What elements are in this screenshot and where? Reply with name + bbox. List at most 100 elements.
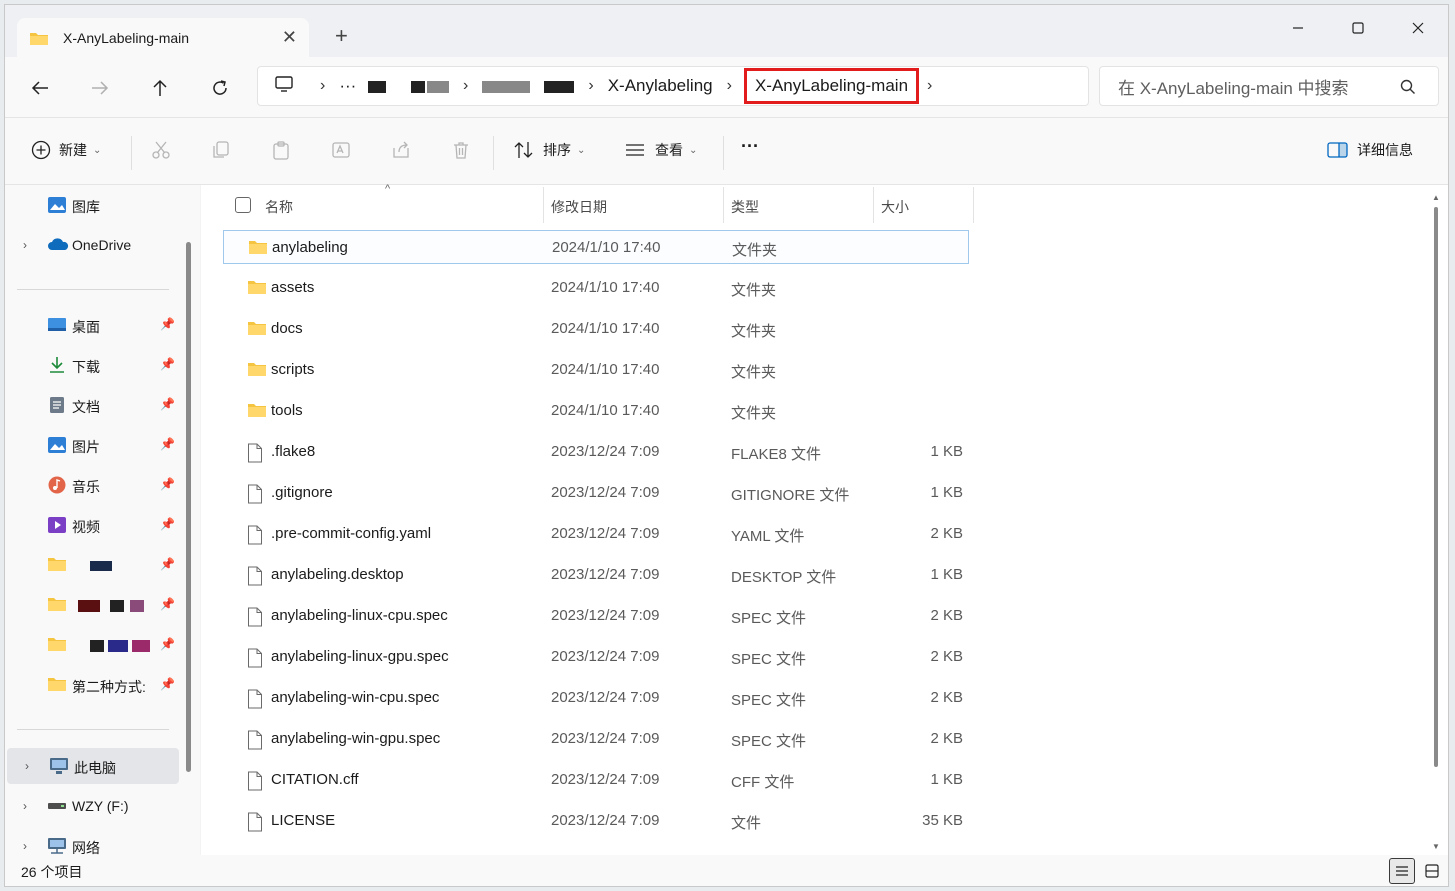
chevron-right-icon[interactable]: › xyxy=(580,77,601,95)
sidebar-item-redacted-1[interactable]: 📌 xyxy=(5,547,180,583)
details-view-icon[interactable] xyxy=(1389,858,1415,884)
sidebar-item-this-pc[interactable]: › 此电脑 xyxy=(7,748,179,784)
chevron-right-icon[interactable]: › xyxy=(25,759,29,773)
table-row[interactable]: .pre-commit-config.yaml 2023/12/24 7:09 YA… xyxy=(223,517,969,551)
new-tab-icon[interactable]: + xyxy=(335,25,348,47)
breadcrumb-x-anylabeling[interactable]: X-Anylabeling xyxy=(602,76,719,96)
select-all-checkbox[interactable] xyxy=(235,197,251,213)
chevron-right-icon[interactable]: › xyxy=(312,77,333,95)
sidebar-item-onedrive[interactable]: › OneDrive xyxy=(5,227,180,263)
file-type: SPEC 文件 xyxy=(731,610,807,627)
tiles-view-icon[interactable] xyxy=(1419,858,1445,884)
close-window-icon[interactable] xyxy=(1388,13,1448,43)
chevron-right-icon[interactable]: › xyxy=(919,77,940,95)
new-button[interactable]: 新建 ⌄ xyxy=(31,140,101,160)
delete-icon[interactable] xyxy=(451,140,471,160)
column-type[interactable]: 类型 xyxy=(731,197,759,217)
column-name[interactable]: 名称 xyxy=(265,197,293,217)
file-name: .pre-commit-config.yaml xyxy=(271,525,432,542)
sidebar-item-redacted-3[interactable]: 📌 xyxy=(5,627,180,663)
table-row[interactable]: tools 2024/1/10 17:40 文件夹 xyxy=(223,394,969,428)
sidebar-item-downloads[interactable]: 下载 📌 xyxy=(5,347,180,383)
column-size[interactable]: 大小 xyxy=(881,197,909,217)
cut-icon[interactable] xyxy=(151,140,171,160)
vertical-scrollbar[interactable]: ▲ ▼ xyxy=(1429,185,1445,855)
scroll-down-icon[interactable]: ▼ xyxy=(1432,842,1440,851)
pin-icon[interactable]: 📌 xyxy=(160,437,175,451)
sidebar-item-pictures[interactable]: 图片 📌 xyxy=(5,427,180,463)
desktop-icon xyxy=(47,316,67,334)
sidebar-item-drive-f[interactable]: › WZY (F:) xyxy=(5,788,180,824)
breadcrumb-ellipsis[interactable]: ··· xyxy=(333,76,362,96)
search-icon[interactable] xyxy=(1400,79,1416,100)
breadcrumb-current[interactable]: X-AnyLabeling-main xyxy=(743,68,920,104)
file-size: 1 KB xyxy=(930,484,963,501)
maximize-icon[interactable] xyxy=(1328,13,1388,43)
search-box[interactable]: 在 X-AnyLabeling-main 中搜索 xyxy=(1099,66,1439,106)
file-type: 文件夹 xyxy=(731,282,777,299)
table-row[interactable]: anylabeling 2024/1/10 17:40 文件夹 xyxy=(223,230,969,264)
pin-icon[interactable]: 📌 xyxy=(160,317,175,331)
table-row[interactable]: CITATION.cff 2023/12/24 7:09 CFF 文件 1 KB xyxy=(223,763,969,797)
breadcrumb-redacted-2[interactable] xyxy=(476,76,580,96)
pin-icon[interactable]: 📌 xyxy=(160,357,175,371)
table-row[interactable]: anylabeling-win-cpu.spec 2023/12/24 7:09 S… xyxy=(223,681,969,715)
pin-icon[interactable]: 📌 xyxy=(160,397,175,411)
table-row[interactable]: anylabeling-win-gpu.spec 2023/12/24 7:09 S… xyxy=(223,722,969,756)
forward-arrow-icon[interactable] xyxy=(85,73,115,103)
column-date[interactable]: 修改日期 xyxy=(551,197,607,217)
sidebar-item-videos[interactable]: 视频 📌 xyxy=(5,507,180,543)
table-row[interactable]: .flake8 2023/12/24 7:09 FLAKE8 文件 1 KB xyxy=(223,435,969,469)
sidebar-item-music[interactable]: 音乐 📌 xyxy=(5,467,180,503)
table-row[interactable]: .gitignore 2023/12/24 7:09 GITIGNORE 文件 1 K… xyxy=(223,476,969,510)
file-type: 文件夹 xyxy=(731,364,777,381)
pin-icon[interactable]: 📌 xyxy=(160,557,175,571)
pin-icon[interactable]: 📌 xyxy=(160,477,175,491)
sidebar-item-gallery[interactable]: 图库 xyxy=(5,187,180,223)
more-options-button[interactable]: ··· xyxy=(741,136,759,157)
minimize-icon[interactable] xyxy=(1268,13,1328,43)
table-row[interactable]: docs 2024/1/10 17:40 文件夹 xyxy=(223,312,969,346)
table-row[interactable]: LICENSE 2023/12/24 7:09 文件 35 KB xyxy=(223,804,969,838)
copy-icon[interactable] xyxy=(211,140,231,160)
table-row[interactable]: scripts 2024/1/10 17:40 文件夹 xyxy=(223,353,969,387)
scrollbar-thumb[interactable] xyxy=(1434,207,1438,767)
paste-icon[interactable] xyxy=(271,140,291,160)
pin-icon[interactable]: 📌 xyxy=(160,597,175,611)
chevron-right-icon[interactable]: › xyxy=(455,77,476,95)
sidebar-item-documents[interactable]: 文档 📌 xyxy=(5,387,180,423)
table-row[interactable]: assets 2024/1/10 17:40 文件夹 xyxy=(223,271,969,305)
rename-icon[interactable] xyxy=(331,140,351,160)
up-arrow-icon[interactable] xyxy=(145,73,175,103)
sidebar-scrollbar[interactable] xyxy=(186,242,191,772)
chevron-right-icon[interactable]: › xyxy=(23,839,27,853)
address-bar[interactable]: › ··· › › X-Anylabeling › X-AnyLabeling-… xyxy=(257,66,1089,106)
breadcrumb-redacted-1[interactable] xyxy=(362,76,455,96)
table-row[interactable]: anylabeling-linux-gpu.spec 2023/12/24 7:0… xyxy=(223,640,969,674)
close-tab-icon[interactable]: ✕ xyxy=(282,28,297,46)
pin-icon[interactable]: 📌 xyxy=(160,637,175,651)
sidebar-item-second-method[interactable]: 第二种方式: 📌 xyxy=(5,667,180,703)
file-name: scripts xyxy=(271,361,315,378)
details-button[interactable]: 详细信息 xyxy=(1327,140,1413,160)
modified-date: 2023/12/24 7:09 xyxy=(551,443,660,460)
chevron-down-icon: ⌄ xyxy=(93,144,102,156)
chevron-right-icon[interactable]: › xyxy=(23,799,27,813)
view-button[interactable]: 查看 ⌄ xyxy=(625,140,697,160)
sidebar-item-redacted-2[interactable]: 📌 xyxy=(5,587,180,623)
table-row[interactable]: anylabeling-linux-cpu.spec 2023/12/24 7:0… xyxy=(223,599,969,633)
table-row[interactable]: anylabeling.desktop 2023/12/24 7:09 DESKTO… xyxy=(223,558,969,592)
pin-icon[interactable]: 📌 xyxy=(160,517,175,531)
tab-x-anylabeling-main[interactable]: X-AnyLabeling-main ✕ xyxy=(17,18,309,58)
sidebar-item-desktop[interactable]: 桌面 📌 xyxy=(5,307,180,343)
sort-button[interactable]: 排序 ⌄ xyxy=(513,140,585,160)
share-icon[interactable] xyxy=(391,140,411,160)
modified-date: 2023/12/24 7:09 xyxy=(551,689,660,706)
pin-icon[interactable]: 📌 xyxy=(160,677,175,691)
refresh-icon[interactable] xyxy=(205,73,235,103)
scroll-up-icon[interactable]: ▲ xyxy=(1432,193,1440,202)
this-pc-icon[interactable] xyxy=(274,75,294,98)
chevron-right-icon[interactable]: › xyxy=(23,238,27,252)
back-arrow-icon[interactable] xyxy=(25,73,55,103)
chevron-right-icon[interactable]: › xyxy=(719,77,740,95)
